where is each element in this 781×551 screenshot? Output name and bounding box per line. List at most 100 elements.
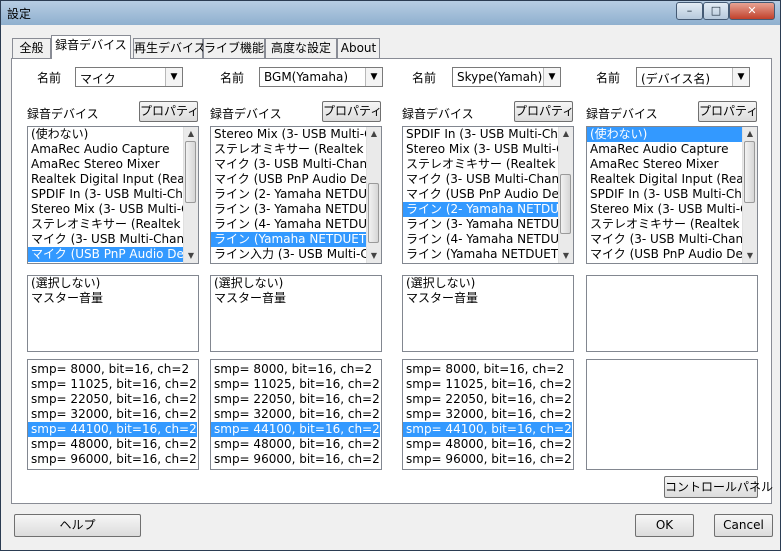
list-item[interactable]: smp= 48000, bit=16, ch=2 bbox=[403, 437, 572, 452]
list-item[interactable]: Realtek Digital Input (Realtek bbox=[587, 172, 757, 187]
list-item[interactable]: ステレオミキサー (Realtek High bbox=[587, 217, 757, 232]
minimize-button[interactable]: – bbox=[676, 2, 703, 20]
list-item[interactable]: smp= 32000, bit=16, ch=2 bbox=[403, 407, 572, 422]
scroll-down-icon[interactable]: ▼ bbox=[184, 249, 198, 263]
device-list-scrollbar[interactable]: ▲ ▼ bbox=[742, 127, 757, 263]
list-item[interactable]: Stereo Mix (3- USB Multi-Ch bbox=[403, 142, 573, 157]
list-item[interactable]: マイク (USB PnP Audio Device bbox=[587, 247, 757, 262]
close-button[interactable]: ✕ bbox=[729, 2, 775, 20]
format-list[interactable]: smp= 8000, bit=16, ch=2 smp= 11025, bit=1… bbox=[210, 359, 382, 470]
list-item[interactable]: マスター音量 bbox=[403, 291, 478, 306]
mixer-list[interactable] bbox=[586, 275, 758, 352]
scroll-up-icon[interactable]: ▲ bbox=[367, 127, 381, 141]
list-item[interactable]: マイク (3- USB Multi-Channel bbox=[28, 232, 198, 247]
list-item[interactable]: Stereo Mix (3- USB Multi-Ch bbox=[587, 202, 757, 217]
tab-playback-devices[interactable]: 再生デバイス bbox=[133, 38, 206, 58]
list-item[interactable]: smp= 96000, bit=16, ch=2 bbox=[211, 452, 380, 467]
device-list-scrollbar[interactable]: ▲ ▼ bbox=[366, 127, 381, 263]
properties-button[interactable]: プロパティ bbox=[139, 101, 199, 122]
tab-advanced-settings[interactable]: 高度な設定 bbox=[265, 38, 337, 58]
ok-button[interactable]: OK bbox=[635, 514, 694, 537]
list-item[interactable]: ライン入力 (3- USB Multi-Cha bbox=[211, 247, 381, 262]
list-item[interactable]: マスター音量 bbox=[28, 291, 103, 306]
list-item[interactable]: smp= 22050, bit=16, ch=2 bbox=[28, 392, 197, 407]
list-item[interactable]: SPDIF In (3- USB Multi-Chan bbox=[587, 187, 757, 202]
tab-live-features[interactable]: ライブ機能 bbox=[203, 38, 265, 58]
format-list[interactable]: smp= 8000, bit=16, ch=2 smp= 11025, bit=1… bbox=[27, 359, 199, 470]
maximize-button[interactable]: □ bbox=[703, 2, 729, 20]
list-item[interactable]: smp= 96000, bit=16, ch=2 bbox=[28, 452, 197, 467]
scroll-thumb[interactable] bbox=[185, 141, 196, 203]
list-item[interactable]: (選択しない) bbox=[28, 276, 103, 291]
list-item[interactable]: マイク (USB PnP Audio Device bbox=[211, 172, 381, 187]
list-item[interactable]: マイク (USB PnP Audio Device bbox=[403, 187, 573, 202]
properties-button[interactable]: プロパティ bbox=[322, 101, 382, 122]
list-item[interactable]: AmaRec Stereo Mixer bbox=[587, 157, 757, 172]
list-item[interactable]: ステレオミキサー (Realtek High bbox=[211, 142, 381, 157]
list-item[interactable]: ライン (2- Yamaha NETDUET bbox=[211, 187, 381, 202]
list-item[interactable]: マイク (3- USB Multi-Channel bbox=[587, 232, 757, 247]
chevron-down-icon[interactable]: ▼ bbox=[165, 68, 182, 86]
chevron-down-icon[interactable]: ▼ bbox=[732, 68, 749, 86]
list-item[interactable]: smp= 11025, bit=16, ch=2 bbox=[28, 377, 197, 392]
list-item[interactable]: SPDIF In (3- USB Multi-Chan bbox=[403, 127, 573, 142]
list-item[interactable]: smp= 44100, bit=16, ch=2 bbox=[28, 422, 197, 437]
list-item[interactable]: マイク (3- USB Multi-Channel bbox=[211, 157, 381, 172]
list-item[interactable]: smp= 48000, bit=16, ch=2 bbox=[211, 437, 380, 452]
list-item[interactable]: smp= 8000, bit=16, ch=2 bbox=[211, 362, 380, 377]
scroll-down-icon[interactable]: ▼ bbox=[743, 249, 757, 263]
list-item[interactable]: マイク (3- USB Multi-Channel bbox=[403, 172, 573, 187]
scroll-up-icon[interactable]: ▲ bbox=[559, 127, 573, 141]
list-item[interactable]: smp= 22050, bit=16, ch=2 bbox=[211, 392, 380, 407]
control-panel-button[interactable]: コントロールパネル bbox=[664, 476, 773, 498]
device-list-scrollbar[interactable]: ▲ ▼ bbox=[558, 127, 573, 263]
mixer-list[interactable]: (選択しない) マスター音量 bbox=[402, 275, 574, 352]
list-item[interactable]: Stereo Mix (3- USB Multi-Ch bbox=[211, 127, 381, 142]
list-item[interactable]: ライン (3- Yamaha NETDUET bbox=[211, 202, 381, 217]
list-item[interactable]: smp= 48000, bit=16, ch=2 bbox=[28, 437, 197, 452]
list-item[interactable]: smp= 11025, bit=16, ch=2 bbox=[211, 377, 380, 392]
list-item[interactable]: マイク (USB PnP Audio Device bbox=[28, 247, 198, 262]
scroll-up-icon[interactable]: ▲ bbox=[743, 127, 757, 141]
tab-general[interactable]: 全般 bbox=[12, 38, 51, 58]
device-list[interactable]: (使わない) AmaRec Audio Capture AmaRec Stereo … bbox=[586, 126, 758, 264]
list-item[interactable]: smp= 8000, bit=16, ch=2 bbox=[28, 362, 197, 377]
properties-button[interactable]: プロパティ bbox=[698, 101, 758, 122]
list-item[interactable]: ライン (2- Yamaha NETDUET bbox=[403, 202, 573, 217]
device-list[interactable]: (使わない) AmaRec Audio Capture AmaRec Stereo … bbox=[27, 126, 199, 264]
list-item[interactable]: AmaRec Audio Capture bbox=[587, 142, 757, 157]
list-item[interactable]: smp= 32000, bit=16, ch=2 bbox=[211, 407, 380, 422]
scroll-down-icon[interactable]: ▼ bbox=[559, 249, 573, 263]
list-item[interactable]: ライン (Yamaha NETDUETTO bbox=[403, 247, 573, 262]
scroll-up-icon[interactable]: ▲ bbox=[184, 127, 198, 141]
list-item[interactable]: smp= 44100, bit=16, ch=2 bbox=[211, 422, 380, 437]
list-item[interactable]: ライン (4- Yamaha NETDUET bbox=[403, 232, 573, 247]
tab-about[interactable]: About bbox=[337, 38, 380, 58]
cancel-button[interactable]: Cancel bbox=[714, 514, 773, 537]
chevron-down-icon[interactable]: ▼ bbox=[543, 68, 560, 86]
list-item[interactable]: Realtek Digital Input (Realtek bbox=[28, 172, 198, 187]
device-list[interactable]: SPDIF In (3- USB Multi-Chan Stereo Mix (3… bbox=[402, 126, 574, 264]
format-list[interactable] bbox=[586, 359, 758, 470]
device-list[interactable]: Stereo Mix (3- USB Multi-Ch ステレオミキサー (Rea… bbox=[210, 126, 382, 264]
scroll-thumb[interactable] bbox=[560, 174, 571, 234]
name-combo[interactable]: BGM(Yamaha) ▼ bbox=[259, 67, 383, 87]
list-item[interactable]: Stereo Mix (3- USB Multi-Ch bbox=[28, 202, 198, 217]
format-list[interactable]: smp= 8000, bit=16, ch=2 smp= 11025, bit=1… bbox=[402, 359, 574, 470]
list-item[interactable]: AmaRec Stereo Mixer bbox=[28, 157, 198, 172]
mixer-list[interactable]: (選択しない) マスター音量 bbox=[210, 275, 382, 352]
list-item[interactable]: smp= 96000, bit=16, ch=2 bbox=[403, 452, 572, 467]
list-item[interactable]: (使わない) bbox=[28, 127, 198, 142]
name-combo[interactable]: Skype(Yamah) ▼ bbox=[452, 67, 561, 87]
list-item[interactable]: smp= 8000, bit=16, ch=2 bbox=[403, 362, 572, 377]
list-item[interactable]: smp= 44100, bit=16, ch=2 bbox=[403, 422, 572, 437]
list-item[interactable]: SPDIF In (3- USB Multi-Chan bbox=[28, 187, 198, 202]
scroll-thumb[interactable] bbox=[368, 183, 379, 243]
list-item[interactable]: (選択しない) bbox=[211, 276, 286, 291]
scroll-down-icon[interactable]: ▼ bbox=[367, 249, 381, 263]
list-item[interactable]: ライン (3- Yamaha NETDUET bbox=[403, 217, 573, 232]
list-item[interactable]: AmaRec Audio Capture bbox=[28, 142, 198, 157]
scroll-thumb[interactable] bbox=[744, 141, 755, 203]
list-item[interactable]: smp= 22050, bit=16, ch=2 bbox=[403, 392, 572, 407]
tab-recording-devices[interactable]: 録音デバイス bbox=[51, 35, 131, 59]
